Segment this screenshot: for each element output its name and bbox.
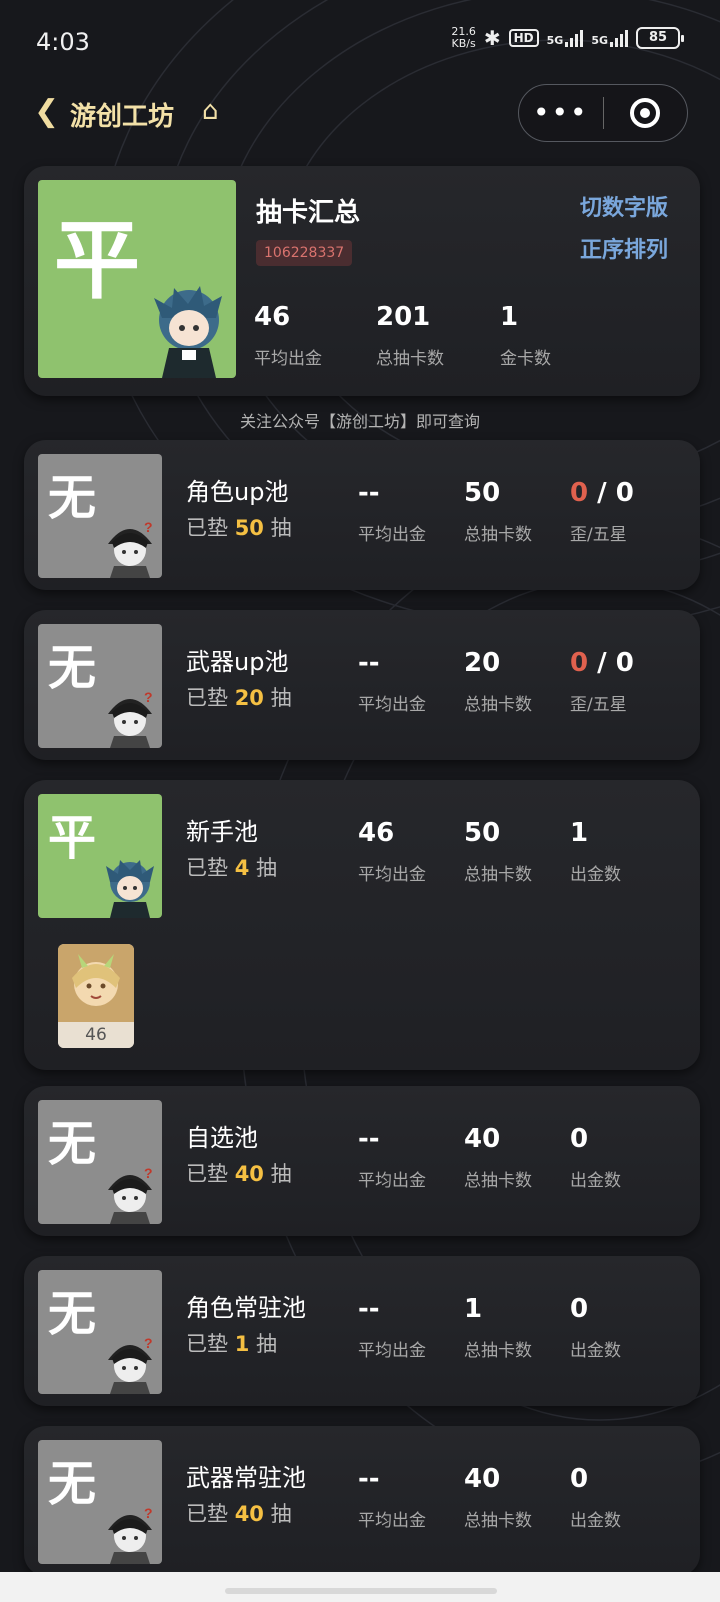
pool-avg-stat: -- 平均出金 [358, 1294, 426, 1361]
pool-card[interactable]: 无? 武器常驻池已垫 40 抽 -- 平均出金 40 总抽卡数 0 出金数 [24, 1426, 700, 1576]
switch-number-version-button[interactable]: 切数字版 [580, 190, 668, 222]
pool-avatar: 无? [38, 1270, 162, 1394]
pool-pity: 已垫 1 抽 [186, 1332, 277, 1356]
pool-avg-stat: -- 平均出金 [358, 478, 426, 545]
character-chibi-icon [106, 860, 154, 918]
pool-pity: 已垫 4 抽 [186, 856, 277, 880]
chevron-left-icon[interactable]: ❮ [34, 94, 59, 129]
pool-third-stat: 1 出金数 [570, 818, 621, 885]
summary-title: 抽卡汇总 [256, 198, 361, 228]
sort-order-button[interactable]: 正序排列 [580, 232, 668, 264]
pool-name: 武器常驻池 [186, 1464, 306, 1492]
pool-third-stat: 0 出金数 [570, 1294, 621, 1361]
pool-pity: 已垫 40 抽 [186, 1502, 292, 1526]
follow-tip: 关注公众号【游创工坊】即可查询 [239, 412, 480, 431]
pool-avg-stat: -- 平均出金 [358, 1124, 426, 1191]
pool-avatar: 无? [38, 1440, 162, 1564]
bluetooth-icon: ✱ [483, 26, 501, 50]
uid-badge: 106228337 [256, 240, 353, 266]
summary-avg: 46 平均出金 [254, 302, 322, 369]
pool-name: 角色up池 [186, 478, 289, 506]
pool-name: 角色常驻池 [186, 1294, 306, 1322]
summary-total: 201 总抽卡数 [376, 302, 444, 369]
character-portrait-icon [58, 944, 134, 1024]
luck-char: 无 [48, 640, 97, 696]
pool-pity: 已垫 40 抽 [186, 1162, 292, 1186]
status-bar: 4:03 21.6 KB/s ✱ HD 5G 5G 85 [0, 0, 720, 86]
nav-bar: ❮ 游创工坊 ⌂ ••• [0, 80, 720, 144]
pool-avg-stat: 46 平均出金 [358, 818, 426, 885]
page-title: 游创工坊 [70, 102, 175, 132]
svg-text:?: ? [144, 1335, 153, 1351]
status-time: 4:03 [36, 28, 90, 56]
pool-card[interactable]: 平 新手池已垫 4 抽 46 平均出金 50 总抽卡数 1 出金数 46 [24, 780, 700, 1070]
character-chibi-icon: ? [108, 1335, 153, 1394]
pool-avatar: 无? [38, 624, 162, 748]
pool-third-stat: 0 / 0 歪/五星 [570, 478, 634, 545]
character-chibi-icon: ? [108, 689, 153, 748]
character-chibi-icon: ? [108, 519, 153, 578]
signal-icon: 5G [591, 29, 628, 47]
pool-total-stat: 1 总抽卡数 [464, 1294, 532, 1361]
luck-char: 无 [48, 1116, 97, 1172]
pool-avg-stat: -- 平均出金 [358, 1464, 426, 1531]
character-chibi-icon [154, 286, 222, 378]
svg-text:?: ? [144, 1505, 153, 1521]
pool-total-stat: 50 总抽卡数 [464, 478, 532, 545]
more-button[interactable]: ••• [519, 84, 603, 142]
pool-name: 自选池 [186, 1124, 258, 1152]
pool-total-stat: 40 总抽卡数 [464, 1464, 532, 1531]
pool-card[interactable]: 无? 角色up池已垫 50 抽 -- 平均出金 50 总抽卡数 0 / 0 歪/五星 [24, 440, 700, 590]
battery-icon: 85 [636, 27, 684, 49]
gold-card-count: 46 [58, 1022, 134, 1048]
pool-pity: 已垫 50 抽 [186, 516, 292, 540]
pool-avatar: 无? [38, 454, 162, 578]
mini-program-capsule: ••• [518, 84, 688, 142]
pool-card[interactable]: 无? 武器up池已垫 20 抽 -- 平均出金 20 总抽卡数 0 / 0 歪/五星 [24, 610, 700, 760]
summary-card: 平 抽卡汇总 106228337 切数字版 正序排列 46 平均出金 201 总… [24, 166, 700, 396]
pool-total-stat: 40 总抽卡数 [464, 1124, 532, 1191]
pool-card[interactable]: 无? 角色常驻池已垫 1 抽 -- 平均出金 1 总抽卡数 0 出金数 [24, 1256, 700, 1406]
pool-avatar: 平 [38, 794, 162, 918]
luck-char: 无 [48, 470, 97, 526]
character-chibi-icon: ? [108, 1165, 153, 1224]
luck-char: 平 [48, 810, 97, 866]
close-button[interactable] [604, 98, 688, 128]
pool-card[interactable]: 无? 自选池已垫 40 抽 -- 平均出金 40 总抽卡数 0 出金数 [24, 1086, 700, 1236]
signal-icon: 5G [547, 29, 584, 47]
luck-char: 无 [48, 1286, 97, 1342]
luck-char: 无 [48, 1456, 97, 1512]
luck-char: 平 [54, 211, 140, 311]
summary-avatar: 平 [38, 180, 236, 378]
pool-name: 新手池 [186, 818, 258, 846]
pool-third-stat: 0 / 0 歪/五星 [570, 648, 634, 715]
network-speed: 21.6 KB/s [451, 25, 476, 50]
hd-badge: HD [508, 29, 539, 47]
pool-third-stat: 0 出金数 [570, 1124, 621, 1191]
character-chibi-icon: ? [108, 1505, 153, 1564]
summary-gold: 1 金卡数 [500, 302, 551, 369]
pool-third-stat: 0 出金数 [570, 1464, 621, 1531]
pool-pity: 已垫 20 抽 [186, 686, 292, 710]
target-icon [630, 98, 661, 128]
svg-text:?: ? [144, 1165, 153, 1181]
pool-total-stat: 50 总抽卡数 [464, 818, 532, 885]
svg-text:?: ? [144, 519, 153, 535]
bottom-strip [0, 1572, 720, 1602]
pool-name: 武器up池 [186, 648, 289, 676]
pool-avatar: 无? [38, 1100, 162, 1224]
pool-total-stat: 20 总抽卡数 [464, 648, 532, 715]
pool-avg-stat: -- 平均出金 [358, 648, 426, 715]
home-icon[interactable]: ⌂ [202, 96, 219, 126]
gold-card-item[interactable]: 46 [58, 944, 134, 1048]
home-indicator[interactable] [225, 1588, 497, 1594]
svg-text:?: ? [144, 689, 153, 705]
status-icons: 21.6 KB/s ✱ HD 5G 5G 85 [451, 25, 684, 50]
